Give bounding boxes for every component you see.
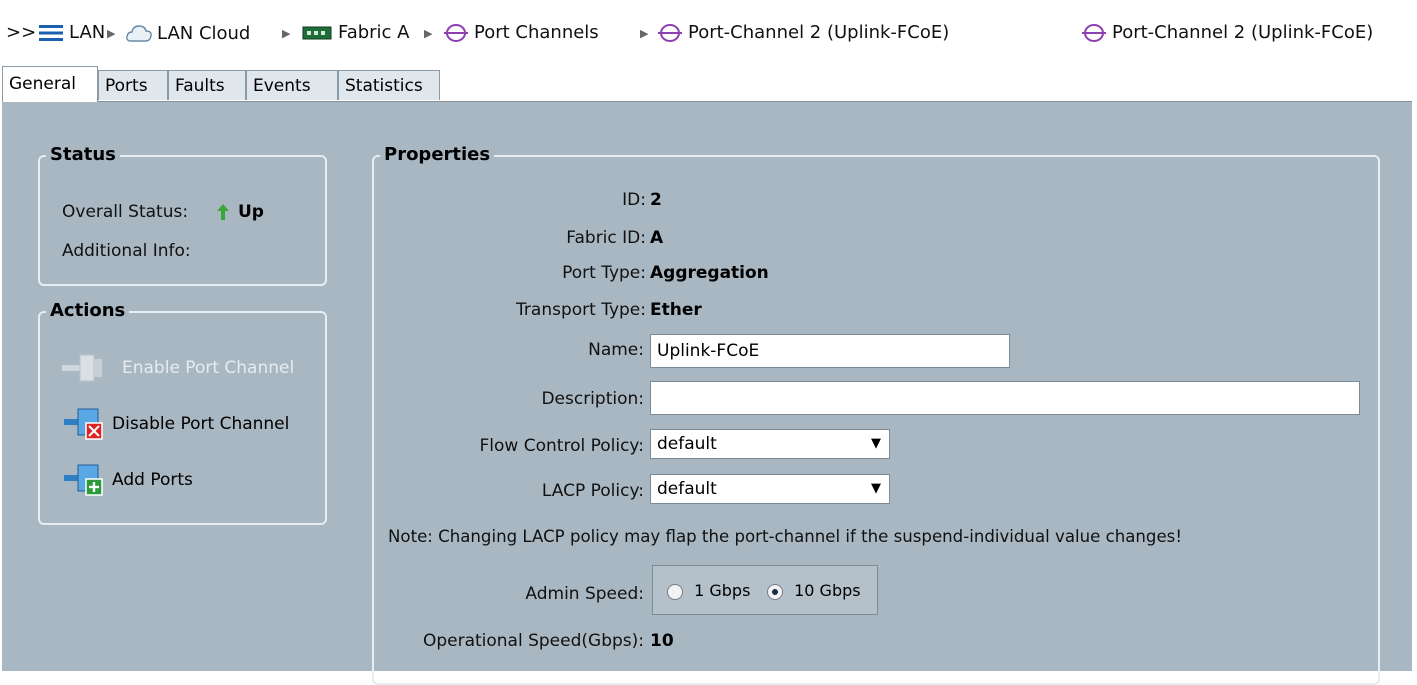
operational-speed-label: Operational Speed(Gbps): (422, 631, 644, 651)
tab-bar: General Ports Faults Events Statistics (0, 66, 1417, 102)
current-object-title: Port-Channel 2 (Uplink-FCoE) (1082, 22, 1373, 43)
port-channel-icon (658, 23, 682, 42)
breadcrumb-fabric-a[interactable]: Fabric A (302, 22, 410, 43)
name-field[interactable]: Uplink-FCoE (650, 334, 1010, 368)
enable-port-channel-icon (62, 354, 102, 382)
port-channel-icon (1082, 23, 1106, 42)
overall-status-value: Up (238, 202, 264, 222)
id-label: ID: (622, 190, 646, 210)
breadcrumb-port-channels-label: Port Channels (474, 22, 599, 43)
breadcrumb-separator: ▶ (640, 27, 649, 40)
flow-control-policy-label: Flow Control Policy: (479, 436, 644, 456)
operational-speed-value: 10 (650, 631, 674, 651)
breadcrumb-separator: ▶ (107, 27, 116, 40)
actions-group-title: Actions (46, 300, 130, 321)
id-value: 2 (650, 190, 662, 210)
breadcrumb-port-channels[interactable]: Port Channels (444, 22, 599, 43)
add-ports-label: Add Ports (112, 470, 193, 490)
admin-speed-label: Admin Speed: (525, 584, 644, 604)
description-field[interactable] (650, 381, 1360, 415)
breadcrumb-separator: ▶ (424, 27, 433, 40)
actions-group: Actions Enable Port Channel Disable Port… (38, 300, 327, 525)
tab-faults[interactable]: Faults (168, 70, 246, 100)
admin-speed-radio-group: 1 Gbps 10 Gbps (652, 565, 878, 615)
disable-port-channel-action[interactable]: Disable Port Channel (62, 407, 289, 441)
additional-info-label: Additional Info: (62, 241, 191, 261)
tab-events[interactable]: Events (246, 70, 338, 100)
breadcrumb-separator: ▶ (282, 27, 291, 40)
properties-group: Properties ID: 2 Fabric ID: A Port Type:… (372, 144, 1380, 685)
flow-control-policy-value: default (657, 434, 717, 454)
name-label: Name: (588, 340, 644, 360)
speed-option-1gbps[interactable]: 1 Gbps (667, 581, 750, 600)
lacp-policy-label: LACP Policy: (541, 481, 644, 501)
transport-type-value: Ether (650, 300, 702, 320)
enable-port-channel-action[interactable]: Enable Port Channel (62, 351, 294, 385)
dropdown-arrow-icon: ▼ (871, 481, 881, 496)
fabric-id-label: Fabric ID: (566, 228, 646, 248)
breadcrumb-fabric-a-label: Fabric A (338, 22, 410, 43)
port-type-label: Port Type: (562, 263, 646, 283)
lacp-policy-note: Note: Changing LACP policy may flap the … (388, 527, 1182, 546)
speed-option-10gbps[interactable]: 10 Gbps (767, 581, 861, 600)
breadcrumb-lan[interactable]: LAN (37, 22, 105, 43)
status-up-arrow-icon (217, 204, 229, 220)
status-group-title: Status (46, 144, 120, 165)
current-object-title-label: Port-Channel 2 (Uplink-FCoE) (1112, 22, 1374, 43)
breadcrumb-port-channel-2[interactable]: Port-Channel 2 (Uplink-FCoE) (658, 22, 949, 43)
speed-option-10gbps-label: 10 Gbps (794, 581, 861, 600)
fabric-interconnect-icon (302, 26, 332, 39)
radio-1gbps[interactable] (667, 583, 683, 600)
breadcrumb-expand[interactable]: >> (6, 22, 36, 43)
breadcrumb-lan-cloud-label: LAN Cloud (157, 22, 251, 44)
breadcrumb-port-channel-2-label: Port-Channel 2 (Uplink-FCoE) (688, 22, 950, 43)
speed-option-1gbps-label: 1 Gbps (694, 581, 751, 600)
flow-control-policy-select[interactable]: default ▼ (650, 429, 890, 459)
breadcrumb: >> LAN ▶ LAN Cloud ▶ Fabric A ▶ Port Cha… (0, 0, 1417, 66)
description-label: Description: (541, 389, 644, 409)
breadcrumb-lan-label: LAN (69, 22, 106, 43)
cloud-icon (126, 25, 152, 42)
overall-status-label: Overall Status: (62, 202, 189, 222)
tab-statistics[interactable]: Statistics (338, 70, 440, 100)
add-ports-action[interactable]: Add Ports (62, 463, 193, 497)
lan-icon (39, 24, 63, 41)
transport-type-label: Transport Type: (516, 300, 646, 320)
breadcrumb-lan-cloud[interactable]: LAN Cloud (125, 22, 250, 44)
general-panel: Status Overall Status: Up Additional Inf… (2, 101, 1412, 685)
fabric-id-value: A (650, 228, 664, 248)
lacp-policy-select[interactable]: default ▼ (650, 474, 890, 504)
status-group: Status Overall Status: Up Additional Inf… (38, 144, 327, 286)
port-type-value: Aggregation (650, 263, 769, 283)
lacp-policy-value: default (657, 479, 717, 499)
tab-general[interactable]: General (2, 66, 98, 102)
dropdown-arrow-icon: ▼ (871, 436, 881, 451)
disable-port-channel-label: Disable Port Channel (112, 414, 290, 434)
port-channel-icon (444, 23, 468, 42)
add-ports-icon (64, 464, 103, 496)
disable-port-channel-icon (64, 408, 103, 440)
enable-port-channel-label: Enable Port Channel (122, 358, 295, 378)
properties-group-title: Properties (380, 144, 495, 165)
radio-10gbps[interactable] (767, 583, 783, 600)
tab-ports[interactable]: Ports (98, 70, 168, 100)
